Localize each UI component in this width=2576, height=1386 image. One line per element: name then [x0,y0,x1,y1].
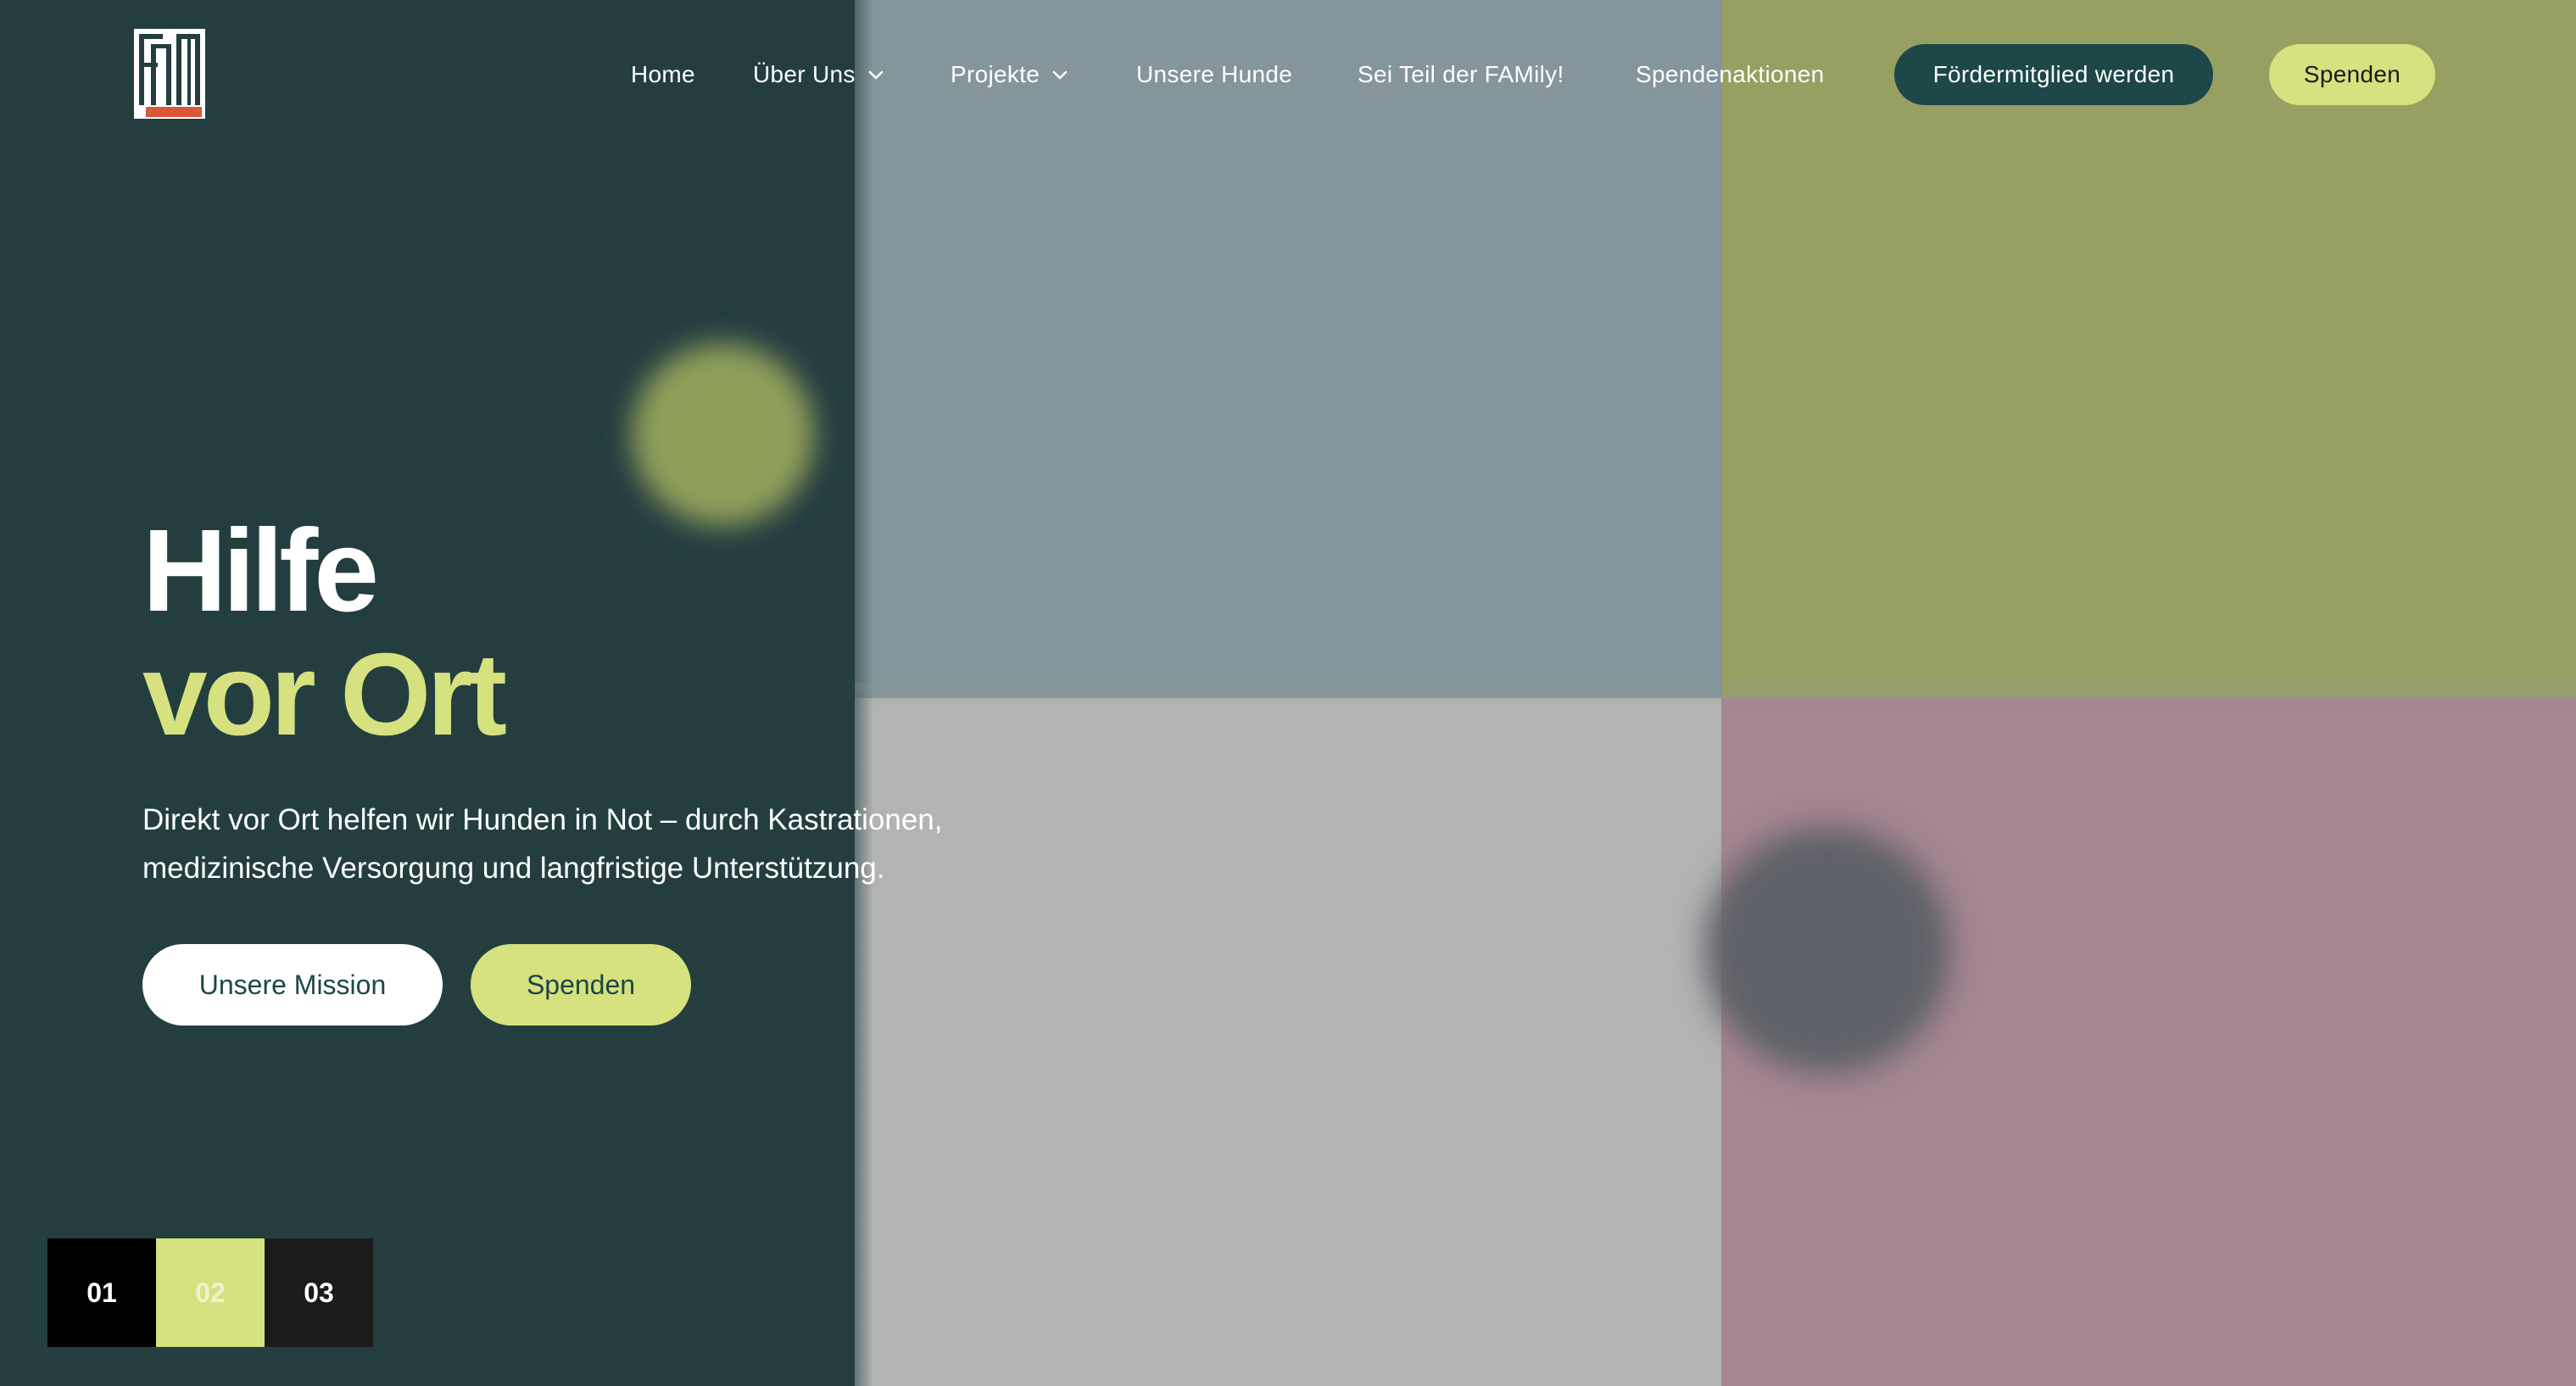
nav-item-label: Über Uns [753,61,856,87]
nav-item-label: Unsere Hunde [1136,61,1293,87]
hero-title-line1: Hilfe [142,506,379,636]
hero-description: Direkt vor Ort helfen wir Hunden in Not … [142,803,943,885]
hero-title: Hilfe vor Ort [142,506,507,760]
nav-item-ueber-uns[interactable]: Über Uns [753,61,884,88]
nav-item-home[interactable]: Home [631,61,695,88]
chevron-down-icon [868,70,883,80]
slide-page-3[interactable]: 03 [265,1238,373,1347]
nav-item-projekte[interactable]: Projekte [951,61,1068,88]
foerdermitglied-button[interactable]: Fördermitglied werden [1894,44,2213,105]
nav-item-family[interactable]: Sei Teil der FAMily! [1358,61,1564,88]
hero-slider: Home Über Uns Projekte Unsere Hunde Sei … [0,0,2576,1386]
nav-item-label: Home [631,61,695,87]
hero-title-line2: vor Ort [142,629,507,760]
tile-seam [855,683,2576,708]
slide-pager: 01 02 03 [47,1238,373,1347]
main-navigation: Home Über Uns Projekte Unsere Hunde Sei … [0,44,2576,105]
nav-item-label: Spendenaktionen [1636,61,1825,87]
slide-page-1[interactable]: 01 [47,1238,156,1347]
decorative-blur-circle [1704,827,1950,1073]
nav-item-unsere-hunde[interactable]: Unsere Hunde [1136,61,1292,88]
nav-item-label: Projekte [951,61,1040,87]
decorative-blur-circle [632,344,814,526]
hero-donate-button[interactable]: Spenden [471,944,691,1026]
nav-item-label: Sei Teil der FAMily! [1358,61,1564,87]
donate-button[interactable]: Spenden [2269,44,2435,105]
mission-button[interactable]: Unsere Mission [142,944,443,1026]
nav-item-spendenaktionen[interactable]: Spendenaktionen [1636,61,1824,88]
chevron-down-icon [1052,70,1068,80]
slide-page-2-active[interactable]: 02 [156,1238,265,1347]
